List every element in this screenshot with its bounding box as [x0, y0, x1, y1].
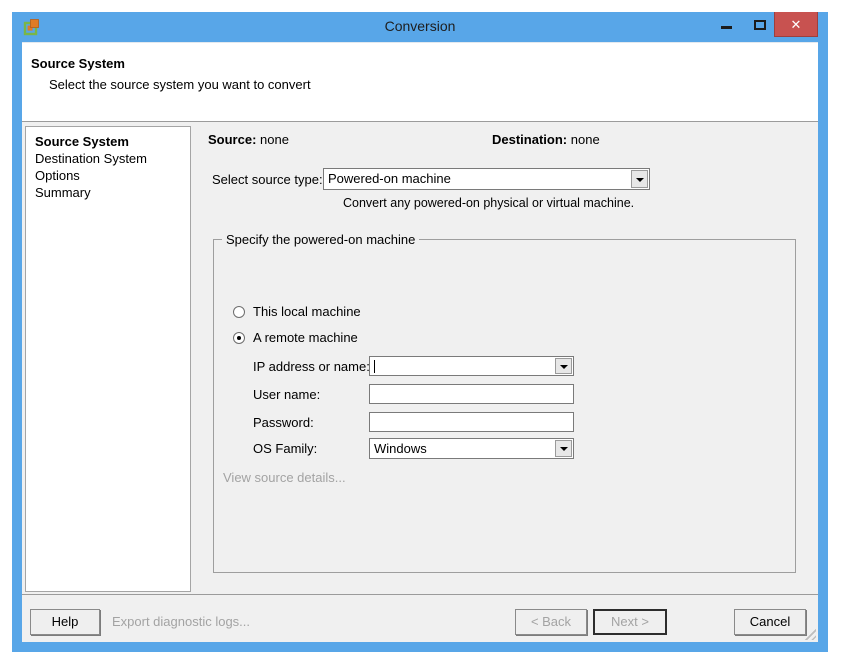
radio-remote-machine[interactable]: A remote machine [233, 330, 358, 345]
source-type-dropdown-button[interactable] [631, 170, 648, 188]
export-diagnostic-logs-link: Export diagnostic logs... [112, 614, 251, 629]
radio-local-label: This local machine [253, 304, 361, 319]
next-button: Next > [593, 609, 667, 635]
os-family-dropdown[interactable]: Windows [369, 438, 574, 459]
window-title: Conversion [384, 18, 456, 34]
ip-dropdown-button[interactable] [555, 358, 572, 374]
chevron-down-icon [560, 365, 568, 369]
ip-address-combo[interactable] [369, 356, 574, 376]
radio-remote-icon[interactable] [233, 331, 245, 344]
sidebar-item-summary[interactable]: Summary [35, 184, 190, 201]
conversion-window: Conversion ✕ Source System Select the so… [12, 12, 828, 652]
os-family-label: OS Family: [253, 441, 318, 456]
cancel-button[interactable]: Cancel [734, 609, 806, 635]
titlebar[interactable]: Conversion ✕ [12, 12, 828, 42]
destination-value: none [570, 132, 600, 147]
close-icon[interactable]: ✕ [774, 12, 818, 37]
destination-status: Destination: none [492, 132, 600, 147]
destination-label: Destination: [492, 132, 568, 147]
chevron-down-icon [560, 447, 568, 451]
sidebar-item-source-system[interactable]: Source System [35, 133, 190, 150]
radio-local-icon[interactable] [233, 305, 245, 318]
sidebar-item-destination-system[interactable]: Destination System [35, 150, 190, 167]
os-family-selected-value: Windows [374, 441, 427, 456]
source-type-description: Convert any powered-on physical or virtu… [343, 196, 635, 210]
maximize-icon[interactable] [754, 20, 766, 30]
client-area: Source System Select the source system y… [22, 42, 818, 642]
source-type-dropdown[interactable]: Powered-on machine [323, 168, 650, 190]
text-caret [374, 360, 375, 373]
page-subtitle: Select the source system you want to con… [49, 77, 311, 92]
footer-separator [22, 594, 818, 595]
radio-remote-label: A remote machine [253, 330, 358, 345]
help-button[interactable]: Help [30, 609, 100, 635]
radio-local-machine[interactable]: This local machine [233, 304, 361, 319]
password-label: Password: [253, 415, 314, 430]
page-title: Source System [31, 56, 125, 71]
source-status: Source: none [208, 132, 289, 147]
ip-address-label: IP address or name: [253, 359, 370, 374]
user-name-field[interactable] [369, 384, 574, 404]
source-label: Source: [208, 132, 257, 147]
chevron-down-icon [636, 178, 644, 182]
source-value: none [260, 132, 289, 147]
powered-on-machine-group: Specify the powered-on machine This loca… [213, 232, 796, 573]
source-type-label: Select source type: [212, 172, 323, 187]
group-title: Specify the powered-on machine [222, 232, 420, 247]
wizard-header: Source System Select the source system y… [22, 43, 818, 121]
back-button: < Back [515, 609, 587, 635]
password-field[interactable] [369, 412, 574, 432]
source-type-selected-value: Powered-on machine [328, 171, 451, 186]
sidebar-item-options[interactable]: Options [35, 167, 190, 184]
wizard-steps-sidebar: Source System Destination System Options… [25, 126, 191, 592]
minimize-icon[interactable] [721, 26, 732, 29]
header-separator [22, 121, 818, 122]
os-family-dropdown-button[interactable] [555, 440, 572, 457]
view-source-details-link: View source details... [223, 470, 346, 485]
user-name-label: User name: [253, 387, 321, 402]
